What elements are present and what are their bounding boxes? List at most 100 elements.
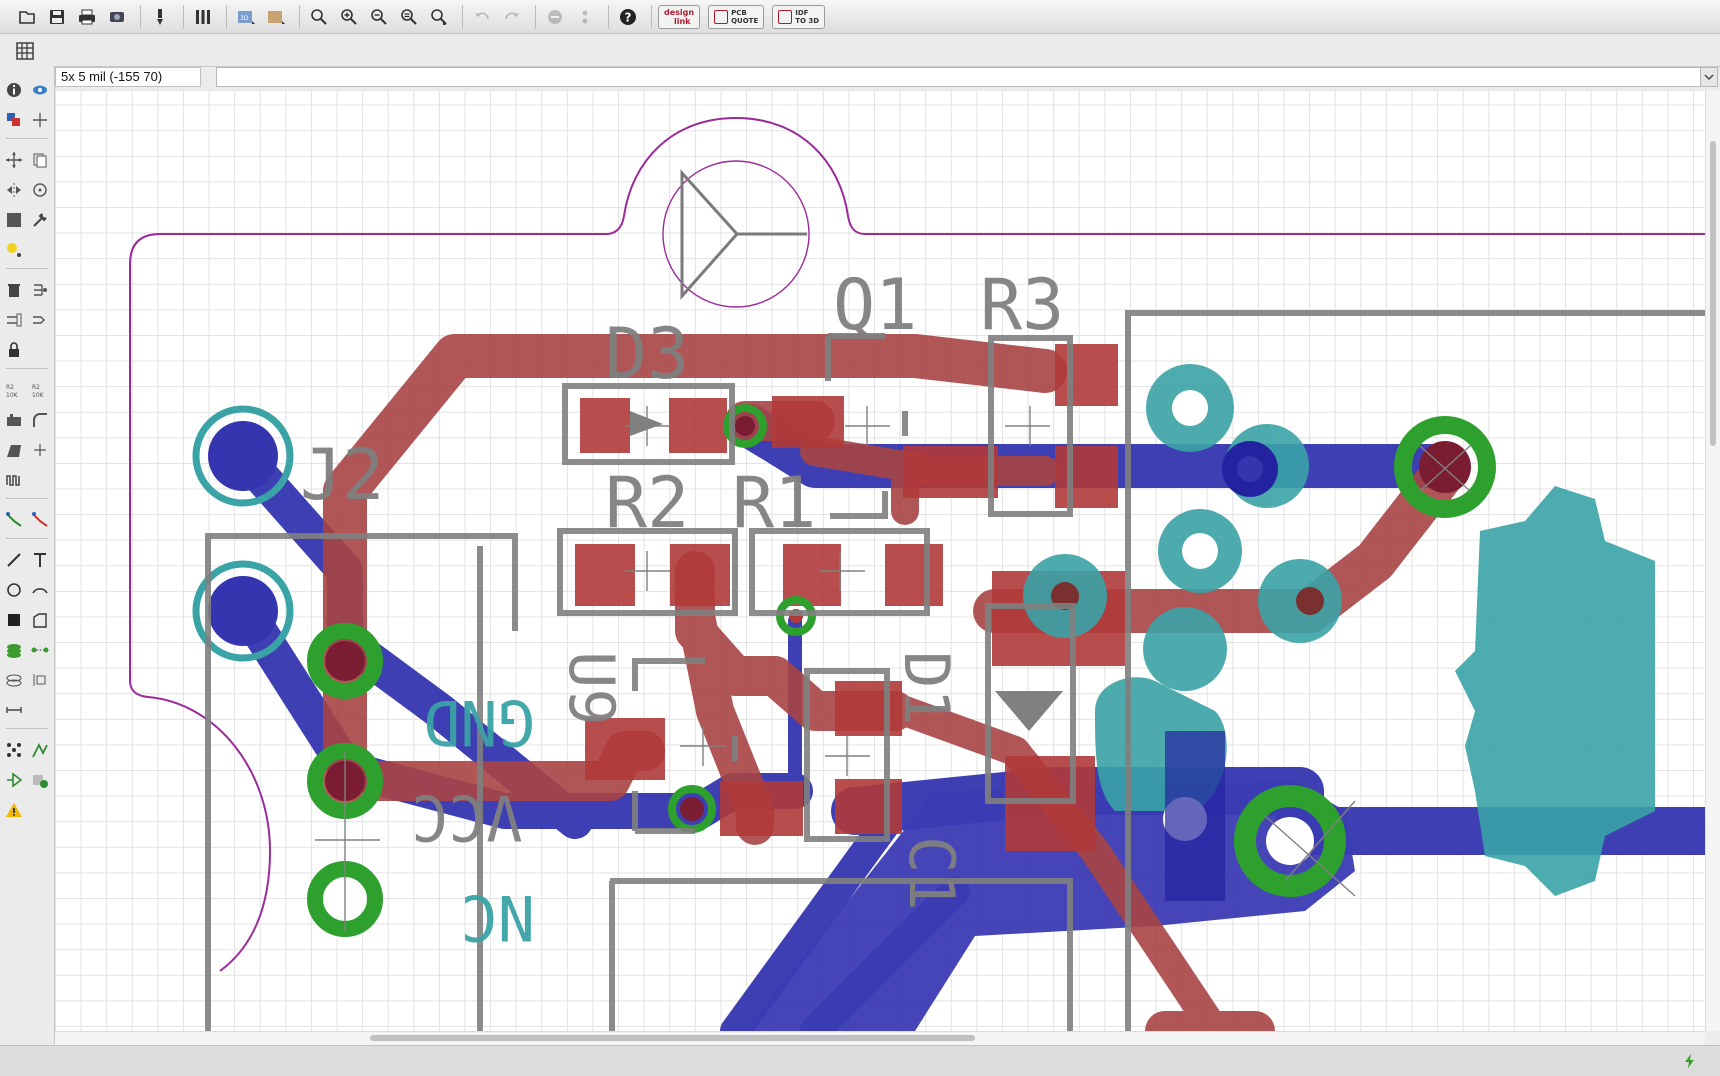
- polygon-icon[interactable]: [29, 609, 51, 631]
- copy-icon[interactable]: [29, 149, 51, 171]
- svg-text:R2: R2: [6, 384, 14, 391]
- d1-arrow: [995, 691, 1063, 731]
- idf-to-3d-button[interactable]: IDF TO 3D: [772, 4, 826, 29]
- label-d3: D3: [605, 313, 689, 395]
- cam-processor-icon[interactable]: [104, 4, 130, 30]
- zoom-fit-icon[interactable]: [306, 4, 332, 30]
- rect-icon[interactable]: [3, 609, 25, 631]
- move-icon[interactable]: [3, 149, 25, 171]
- print-icon[interactable]: [74, 4, 100, 30]
- label-r1: R1: [732, 462, 816, 544]
- smash-icon[interactable]: [3, 409, 25, 431]
- show-icon[interactable]: [29, 79, 51, 101]
- idf-line2: TO 3D: [795, 16, 820, 25]
- label-u9: U9: [555, 651, 628, 726]
- board-drawing: Q1 R3 D3 J2 R2 R1 U9 D1 C1 VCC GND NC: [129, 116, 1705, 1031]
- drc-icon[interactable]: [3, 769, 25, 791]
- miter-icon[interactable]: [29, 409, 51, 431]
- circle-icon[interactable]: [3, 579, 25, 601]
- dimension-icon[interactable]: [3, 699, 25, 721]
- arc-icon[interactable]: [29, 579, 51, 601]
- mark-icon[interactable]: [29, 109, 51, 131]
- save-icon[interactable]: [44, 4, 70, 30]
- label-d1: D1: [890, 651, 963, 726]
- undo-icon[interactable]: [469, 4, 495, 30]
- via-icon[interactable]: [3, 639, 25, 661]
- label-r3: R3: [980, 264, 1064, 346]
- lock-icon[interactable]: [3, 339, 25, 361]
- label-gnd: GND: [423, 686, 535, 759]
- paste-icon[interactable]: [3, 239, 25, 261]
- value-icon[interactable]: R2 10K: [29, 379, 51, 401]
- signal-icon[interactable]: [29, 639, 51, 661]
- stop-icon[interactable]: [542, 4, 568, 30]
- split-icon[interactable]: [3, 439, 25, 461]
- svg-text:?: ?: [625, 10, 632, 24]
- zoom-out-icon[interactable]: [366, 4, 392, 30]
- label-q1: Q1: [833, 264, 917, 346]
- change-icon[interactable]: [29, 209, 51, 231]
- horizontal-scrollbar[interactable]: [55, 1031, 1705, 1045]
- board-preview-icon[interactable]: [263, 4, 289, 30]
- pcb-quote-line1: PCB: [731, 8, 747, 17]
- replace-icon[interactable]: [3, 309, 25, 331]
- main-toolbar: 3D ? design link PCB QUOTE IDF TO 3D: [0, 0, 1720, 34]
- redo-icon[interactable]: [499, 4, 525, 30]
- label-vcc: VCC: [411, 781, 523, 854]
- rotate-icon[interactable]: [29, 179, 51, 201]
- add-icon[interactable]: [29, 279, 51, 301]
- ulp-icon[interactable]: [147, 4, 173, 30]
- vertical-scroll-thumb[interactable]: [1710, 141, 1716, 446]
- text-icon[interactable]: [29, 549, 51, 571]
- design-link-line1: design: [664, 7, 695, 17]
- meander-icon[interactable]: [3, 469, 25, 491]
- autorouter-icon[interactable]: [29, 739, 51, 761]
- optimize-icon[interactable]: [29, 439, 51, 461]
- delete-icon[interactable]: [3, 279, 25, 301]
- wire-icon[interactable]: [3, 549, 25, 571]
- board-canvas[interactable]: Q1 R3 D3 J2 R2 R1 U9 D1 C1 VCC GND NC: [55, 91, 1705, 1031]
- svg-text:3D: 3D: [240, 15, 249, 22]
- display-layers-icon[interactable]: [3, 109, 25, 131]
- pcb-quote-button[interactable]: PCB QUOTE: [708, 4, 765, 29]
- mirror-icon[interactable]: [3, 179, 25, 201]
- horizontal-scroll-thumb[interactable]: [370, 1035, 975, 1041]
- parameter-toolbar: [0, 35, 1720, 67]
- info-icon[interactable]: [3, 79, 25, 101]
- help-icon[interactable]: ?: [615, 4, 641, 30]
- zoom-select-icon[interactable]: [426, 4, 452, 30]
- grid-icon[interactable]: [12, 38, 38, 64]
- pad-j2-2: [208, 576, 278, 646]
- errors-icon[interactable]: [3, 799, 25, 821]
- label-r2: R2: [605, 462, 689, 544]
- command-history-dropdown[interactable]: [1700, 67, 1718, 87]
- name-icon[interactable]: R2 10K: [3, 379, 25, 401]
- design-link-line2: link: [674, 16, 691, 26]
- hole-symbol: [680, 169, 807, 300]
- zoom-in-icon[interactable]: [336, 4, 362, 30]
- pcb-quote-line2: QUOTE: [731, 16, 759, 25]
- swap-icon[interactable]: [29, 309, 51, 331]
- ratsnest-icon[interactable]: [3, 739, 25, 761]
- label-c1: C1: [895, 836, 968, 911]
- design-link-button[interactable]: design link: [658, 4, 701, 29]
- svg-text:10K: 10K: [32, 392, 45, 399]
- coordinate-display: 5x 5 mil (-155 70): [55, 67, 201, 87]
- group-icon[interactable]: [3, 209, 25, 231]
- label-j2: J2: [300, 434, 384, 516]
- open-icon[interactable]: [14, 4, 40, 30]
- svg-text:10K: 10K: [6, 392, 19, 399]
- erc-icon[interactable]: [29, 769, 51, 791]
- attribute-icon[interactable]: [29, 669, 51, 691]
- route-icon[interactable]: [3, 509, 25, 531]
- pad-j2-1: [208, 421, 278, 491]
- vertical-scrollbar[interactable]: [1705, 91, 1720, 1031]
- hole-icon[interactable]: [3, 669, 25, 691]
- 3d-view-icon[interactable]: 3D: [233, 4, 259, 30]
- ripup-icon[interactable]: [29, 509, 51, 531]
- zoom-redraw-icon[interactable]: [396, 4, 422, 30]
- command-line-input[interactable]: [216, 67, 1701, 87]
- tool-palette: R2 10K R2 10K: [0, 66, 55, 1044]
- go-icon[interactable]: [572, 4, 598, 30]
- layer-settings-icon[interactable]: [190, 4, 216, 30]
